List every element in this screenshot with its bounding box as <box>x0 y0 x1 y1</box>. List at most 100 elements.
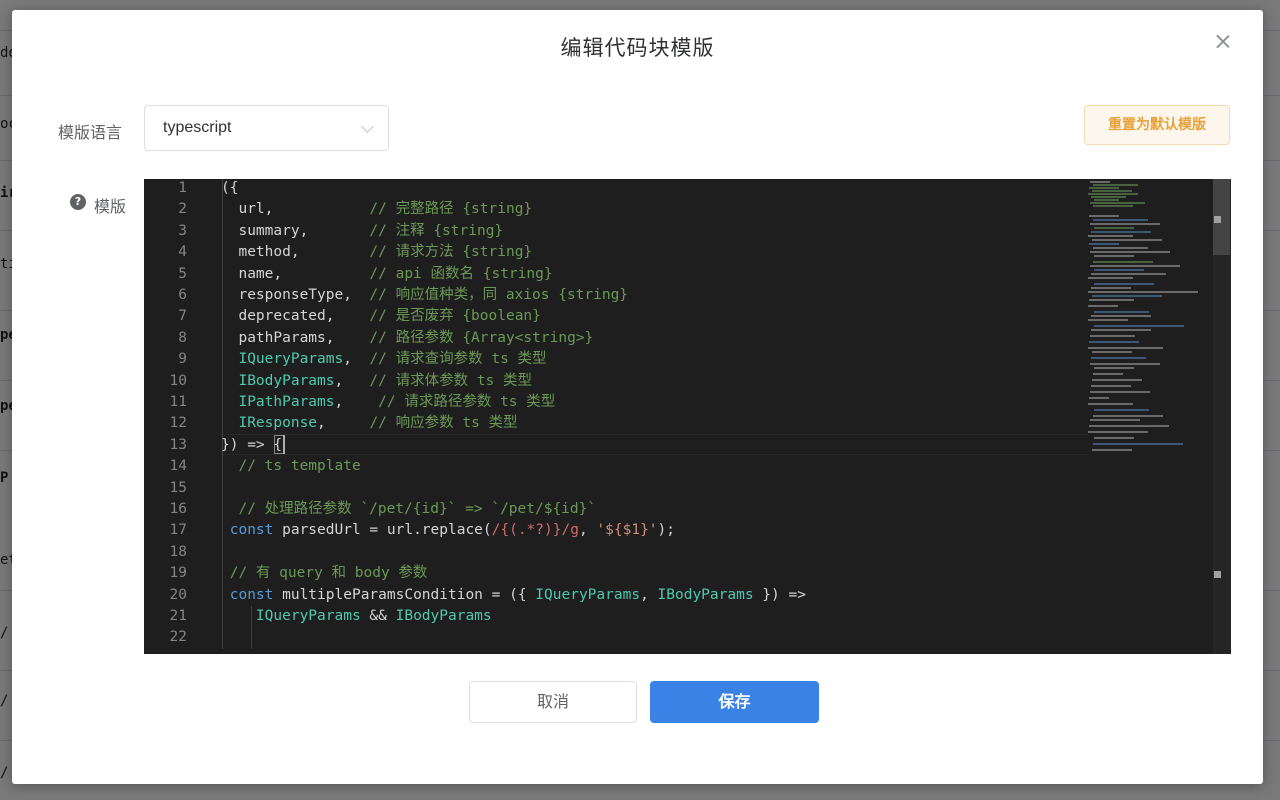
code-token: IQueryParams <box>255 608 361 624</box>
code-token: responseType, <box>221 287 370 303</box>
minimap-line <box>1092 379 1142 381</box>
code-line: url, // 完整路径 {string} <box>221 199 532 220</box>
code-token: // ts template <box>238 458 361 475</box>
code-token: IBodyParams <box>395 608 492 624</box>
code-token: // 请求方法 {string} <box>369 244 533 261</box>
code-token: /{(.*?)}/g <box>491 522 579 539</box>
code-token: ); <box>657 522 675 539</box>
code-token: // 请求体参数 ts 类型 <box>369 372 533 389</box>
line-number: 1 <box>178 180 187 196</box>
minimap-line <box>1094 409 1149 411</box>
code-content[interactable]: ({ url, // 完整路径 {string} summary, // 注释 … <box>221 179 1091 654</box>
code-token: , <box>578 522 597 539</box>
code-line: IQueryParams && IBodyParams <box>221 606 492 627</box>
minimap-line <box>1094 269 1144 271</box>
minimap-line <box>1091 315 1151 317</box>
cancel-button[interactable]: 取消 <box>469 681 637 723</box>
minimap-line <box>1089 215 1119 217</box>
language-select-value: typescript <box>163 119 232 136</box>
minimap-line <box>1088 431 1148 433</box>
code-line: // ts template <box>221 456 361 477</box>
code-token: ({ <box>221 180 239 196</box>
minimap-line <box>1094 255 1134 257</box>
code-line: IQueryParams, // 请求查询参数 ts 类型 <box>221 349 547 370</box>
dialog-title: 编辑代码块模版 <box>560 36 715 60</box>
minimap-line <box>1092 351 1132 353</box>
minimap-line <box>1093 261 1153 263</box>
minimap-line <box>1091 287 1131 289</box>
code-token: IQueryParams <box>238 351 344 368</box>
code-line: name, // api 函数名 {string} <box>221 264 552 285</box>
save-button[interactable]: 保存 <box>650 681 819 723</box>
reset-default-template-button[interactable]: 重置为默认模版 <box>1084 105 1230 145</box>
code-token: // 请求查询参数 ts 类型 <box>369 351 547 368</box>
code-token: '${$1}' <box>596 522 658 539</box>
line-number: 9 <box>178 351 187 368</box>
code-token: IQueryParams <box>535 586 641 603</box>
minimap-line <box>1091 231 1151 233</box>
line-number: 20 <box>169 586 187 603</box>
code-token: }) => <box>753 586 806 603</box>
minimap-line <box>1088 319 1128 321</box>
close-icon[interactable] <box>1213 32 1233 52</box>
code-line: summary, // 注释 {string} <box>221 221 503 242</box>
code-line: const multipleParamsCondition = ({ IQuer… <box>221 585 806 606</box>
minimap-line <box>1088 305 1118 307</box>
minimap-line <box>1091 273 1166 275</box>
line-number: 3 <box>178 222 187 239</box>
code-token: // 处理路径参数 `/pet/{id}` => `/pet/${id}` <box>238 501 597 517</box>
minimap-line <box>1092 190 1132 192</box>
minimap-line <box>1093 205 1133 207</box>
code-token: IBodyParams <box>657 586 754 603</box>
code-line: pathParams, // 路径参数 {Array<string>} <box>221 328 593 349</box>
minimap-line <box>1089 187 1119 189</box>
line-number-gutter: 1 2 3 4 5 6 7 8 9 10 11 12 13 14 15 16 17 18 19 20 21 22 <box>144 179 199 654</box>
help-icon[interactable]: ? <box>70 194 86 210</box>
line-number: 5 <box>178 265 187 282</box>
minimap-line <box>1088 277 1133 279</box>
code-token: method, <box>221 244 370 261</box>
code-token: }) => { <box>221 436 283 453</box>
minimap-line <box>1093 373 1123 375</box>
code-token: , <box>334 394 379 410</box>
line-number: 19 <box>169 565 187 582</box>
line-number: 8 <box>178 329 187 346</box>
line-number: 11 <box>169 394 187 410</box>
line-number: 2 <box>178 201 187 218</box>
language-select[interactable]: typescript <box>144 105 389 151</box>
minimap-line <box>1088 291 1198 293</box>
minimap-line <box>1089 425 1169 427</box>
minimap-line <box>1093 219 1148 221</box>
minimap-line <box>1089 299 1134 301</box>
minimap-line <box>1094 367 1134 369</box>
code-token: // 响应参数 ts 类型 <box>369 415 518 432</box>
line-number: 10 <box>169 372 187 389</box>
line-number: 13 <box>169 436 187 453</box>
code-editor[interactable]: 1 2 3 4 5 6 7 8 9 10 11 12 13 14 15 16 17 18 19 20 21 22 ({ u… <box>144 179 1231 654</box>
minimap-line <box>1092 449 1132 451</box>
code-line: responseType, // 响应值种类，同 axios {string} <box>221 285 628 306</box>
editor-minimap[interactable] <box>1086 179 1213 459</box>
minimap-line <box>1094 437 1134 439</box>
minimap-line <box>1090 419 1140 421</box>
code-token: // 有 query 和 body 参数 <box>229 565 428 582</box>
code-line: IBodyParams, // 请求体参数 ts 类型 <box>221 371 532 392</box>
minimap-line <box>1091 357 1146 359</box>
code-token: IResponse <box>238 415 318 432</box>
line-number: 12 <box>169 415 187 432</box>
code-token: // 路径参数 {Array<string>} <box>369 329 594 346</box>
code-line: }) => { <box>221 435 282 456</box>
code-token: , <box>343 351 370 368</box>
minimap-line <box>1090 265 1180 267</box>
minimap-line <box>1092 295 1162 297</box>
minimap-line <box>1088 193 1138 195</box>
minimap-line <box>1089 397 1109 399</box>
scrollbar-marker <box>1214 571 1221 578</box>
code-token: name, <box>221 265 370 282</box>
code-token: IPathParams <box>238 394 335 410</box>
